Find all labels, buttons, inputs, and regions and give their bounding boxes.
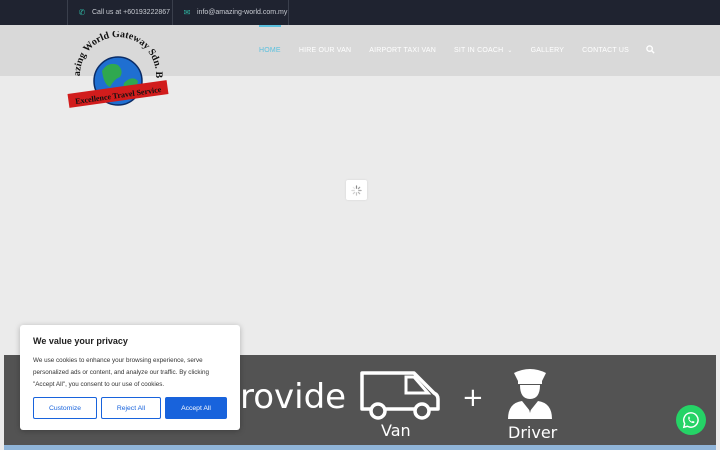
chevron-down-icon: ⌄ xyxy=(507,48,513,54)
plus-sign: + xyxy=(462,383,484,413)
email-text: info@amazing-world.com.my xyxy=(197,9,288,16)
banner-bottom-strip xyxy=(4,445,716,450)
nav-label: AIRPORT TAXI VAN xyxy=(369,47,437,54)
phone-text: Call us at +60193222867 xyxy=(92,9,171,16)
customize-button[interactable]: Customize xyxy=(33,397,97,419)
email-link[interactable]: ✉ info@amazing-world.com.my xyxy=(173,0,297,25)
nav-airport-taxi-van[interactable]: AIRPORT TAXI VAN xyxy=(369,25,436,76)
banner-provide-text: rovide xyxy=(240,377,347,417)
site-logo[interactable]: Amazing World Gateway Sdn. Bhd. Excellen… xyxy=(62,23,170,113)
search-icon[interactable] xyxy=(646,45,655,56)
whatsapp-icon xyxy=(682,412,699,429)
driver-label: Driver xyxy=(508,423,558,442)
phone-icon: ✆ xyxy=(78,8,86,17)
driver-icon xyxy=(504,365,556,426)
cookie-consent-dialog: We value your privacy We use cookies to … xyxy=(20,325,240,430)
nav-label: HIRE OUR VAN xyxy=(298,47,352,54)
nav-home[interactable]: HOME xyxy=(259,25,281,76)
reject-all-button[interactable]: Reject All xyxy=(101,397,161,419)
nav-label: GALLERY xyxy=(530,47,565,54)
divider xyxy=(288,0,289,25)
van-label: Van xyxy=(381,421,411,440)
cookie-body: We use cookies to enhance your browsing … xyxy=(33,357,209,388)
nav-label: CONTACT US xyxy=(582,47,630,54)
phone-link[interactable]: ✆ Call us at +60193222867 xyxy=(68,0,180,25)
nav-label: HOME xyxy=(259,47,281,54)
van-icon xyxy=(358,367,442,426)
nav-label: SIT IN COACH xyxy=(454,47,504,54)
nav-hire-our-van[interactable]: HIRE OUR VAN xyxy=(299,25,351,76)
accept-all-button[interactable]: Accept All xyxy=(165,397,227,419)
cookie-buttons: Customize Reject All Accept All xyxy=(33,397,227,419)
whatsapp-chat-button[interactable] xyxy=(676,405,706,435)
top-bar: ✆ Call us at +60193222867 ✉ info@amazing… xyxy=(0,0,720,25)
main-nav: HOME HIRE OUR VAN AIRPORT TAXI VAN SIT I… xyxy=(250,25,655,76)
nav-gallery[interactable]: GALLERY xyxy=(531,25,565,76)
nav-sit-in-coach[interactable]: SIT IN COACH ⌄ xyxy=(454,25,513,76)
nav-contact-us[interactable]: CONTACT US xyxy=(582,25,629,76)
loading-spinner-icon xyxy=(346,180,367,200)
envelope-icon: ✉ xyxy=(183,8,191,17)
cookie-title: We value your privacy xyxy=(33,336,128,346)
